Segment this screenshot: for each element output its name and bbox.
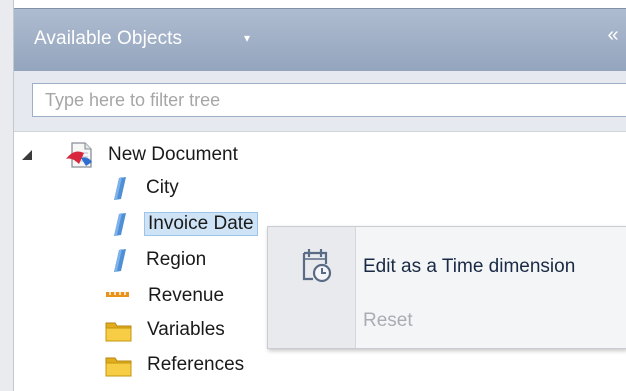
tree-item-city[interactable]: City — [108, 173, 179, 203]
menu-item-reset: Reset — [363, 310, 413, 331]
tree-item-label: Variables — [147, 319, 225, 340]
collapse-panel-button[interactable]: « — [604, 23, 622, 47]
tree-item-invoice-date[interactable]: Invoice Date — [108, 209, 258, 239]
tree-item-region[interactable]: Region — [108, 245, 206, 275]
document-icon — [66, 142, 92, 168]
calendar-clock-icon — [302, 249, 332, 283]
tree-item-label: References — [147, 354, 245, 375]
context-menu-icon-gutter — [268, 227, 356, 348]
tree-item-label: New Document — [108, 144, 238, 165]
tree-item-label: Invoice Date — [144, 212, 258, 236]
tree-item-references[interactable]: References — [104, 350, 244, 380]
folder-icon — [105, 357, 132, 377]
panel-header: Available Objects ▾ « — [14, 8, 626, 72]
filter-tree-input[interactable] — [32, 83, 626, 117]
expand-triangle-icon[interactable] — [20, 148, 34, 162]
filter-bar — [14, 71, 626, 132]
tree-item-variables[interactable]: Variables — [104, 315, 225, 345]
tree-item-revenue[interactable]: Revenue — [104, 281, 224, 311]
tree-item-label: Revenue — [148, 285, 225, 306]
measure-icon — [106, 291, 129, 297]
dimension-icon — [114, 177, 126, 200]
tree-root-new-document[interactable]: New Document — [64, 140, 238, 170]
tree-item-label: Region — [146, 249, 207, 270]
menu-item-edit-as-time-dimension[interactable]: Edit as a Time dimension — [363, 256, 575, 278]
panel-title[interactable]: Available Objects — [34, 28, 182, 50]
available-objects-panel: Available Objects ▾ « New Document City — [0, 0, 626, 391]
context-menu: Edit as a Time dimension Reset — [267, 226, 626, 349]
folder-icon — [105, 322, 132, 342]
left-panel-edge — [0, 0, 14, 391]
dimension-icon — [114, 213, 126, 236]
chevron-down-icon[interactable]: ▾ — [244, 31, 250, 45]
dimension-icon — [114, 249, 126, 272]
tree-item-label: City — [146, 177, 179, 198]
